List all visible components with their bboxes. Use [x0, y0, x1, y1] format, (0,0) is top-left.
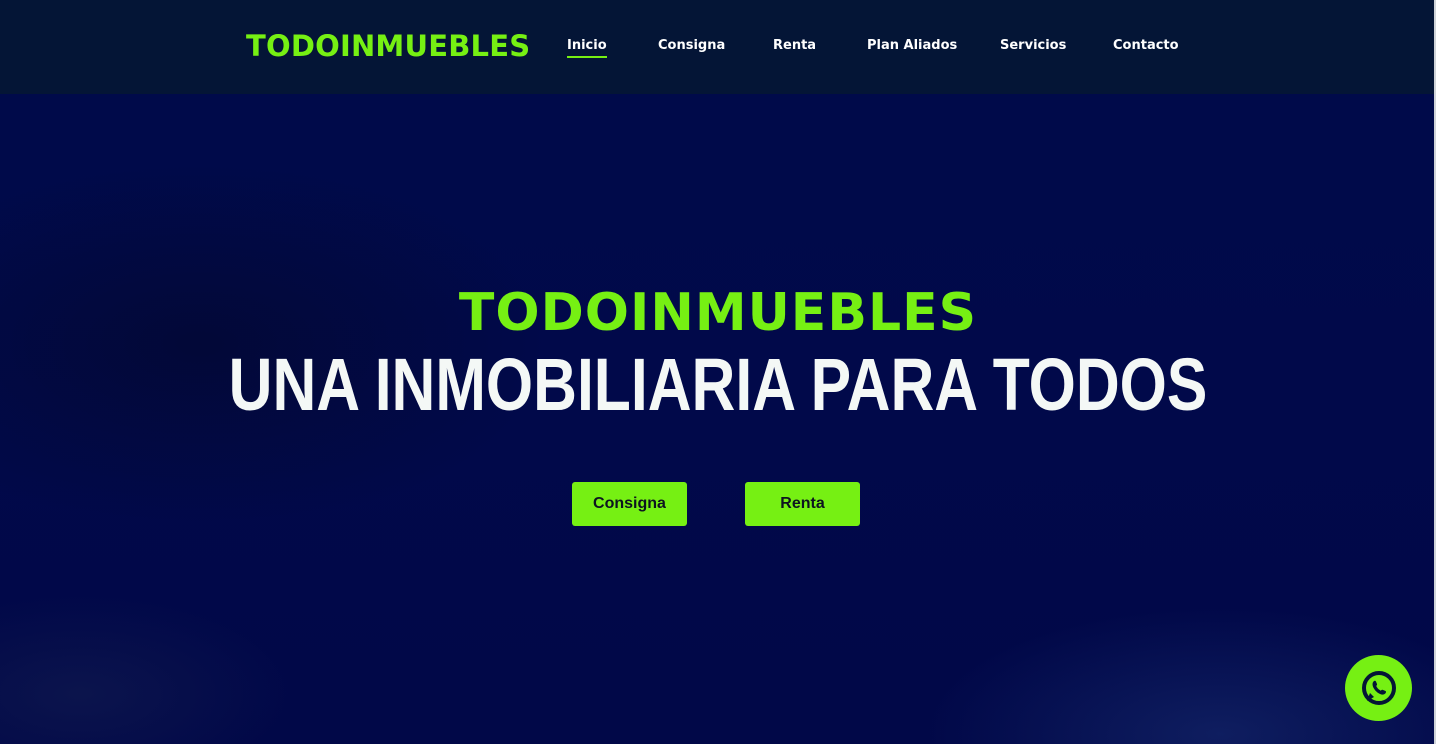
consigna-button[interactable]: Consigna	[572, 482, 687, 526]
main-nav: Inicio Consigna Renta Plan Aliados Servi…	[0, 36, 1436, 60]
hero-brand-heading: TODOINMUEBLES	[458, 283, 978, 343]
whatsapp-icon	[1361, 671, 1396, 705]
hero-title: UNA INMOBILIARIA PARA TODOS	[228, 343, 1208, 426]
page: TODOINMUEBLES Inicio Consigna Renta Plan…	[0, 0, 1436, 744]
nav-item-plan-aliados[interactable]: Plan Aliados	[867, 36, 957, 56]
nav-item-renta[interactable]: Renta	[773, 36, 816, 56]
nav-item-servicios[interactable]: Servicios	[1000, 36, 1066, 56]
whatsapp-button[interactable]	[1345, 655, 1412, 721]
nav-item-contacto[interactable]: Contacto	[1113, 36, 1179, 56]
hero-section: TODOINMUEBLES UNA INMOBILIARIA PARA TODO…	[0, 94, 1436, 744]
renta-button[interactable]: Renta	[745, 482, 860, 526]
nav-item-inicio[interactable]: Inicio	[567, 36, 607, 58]
site-header: TODOINMUEBLES Inicio Consigna Renta Plan…	[0, 0, 1436, 94]
nav-item-consigna[interactable]: Consigna	[658, 36, 725, 56]
